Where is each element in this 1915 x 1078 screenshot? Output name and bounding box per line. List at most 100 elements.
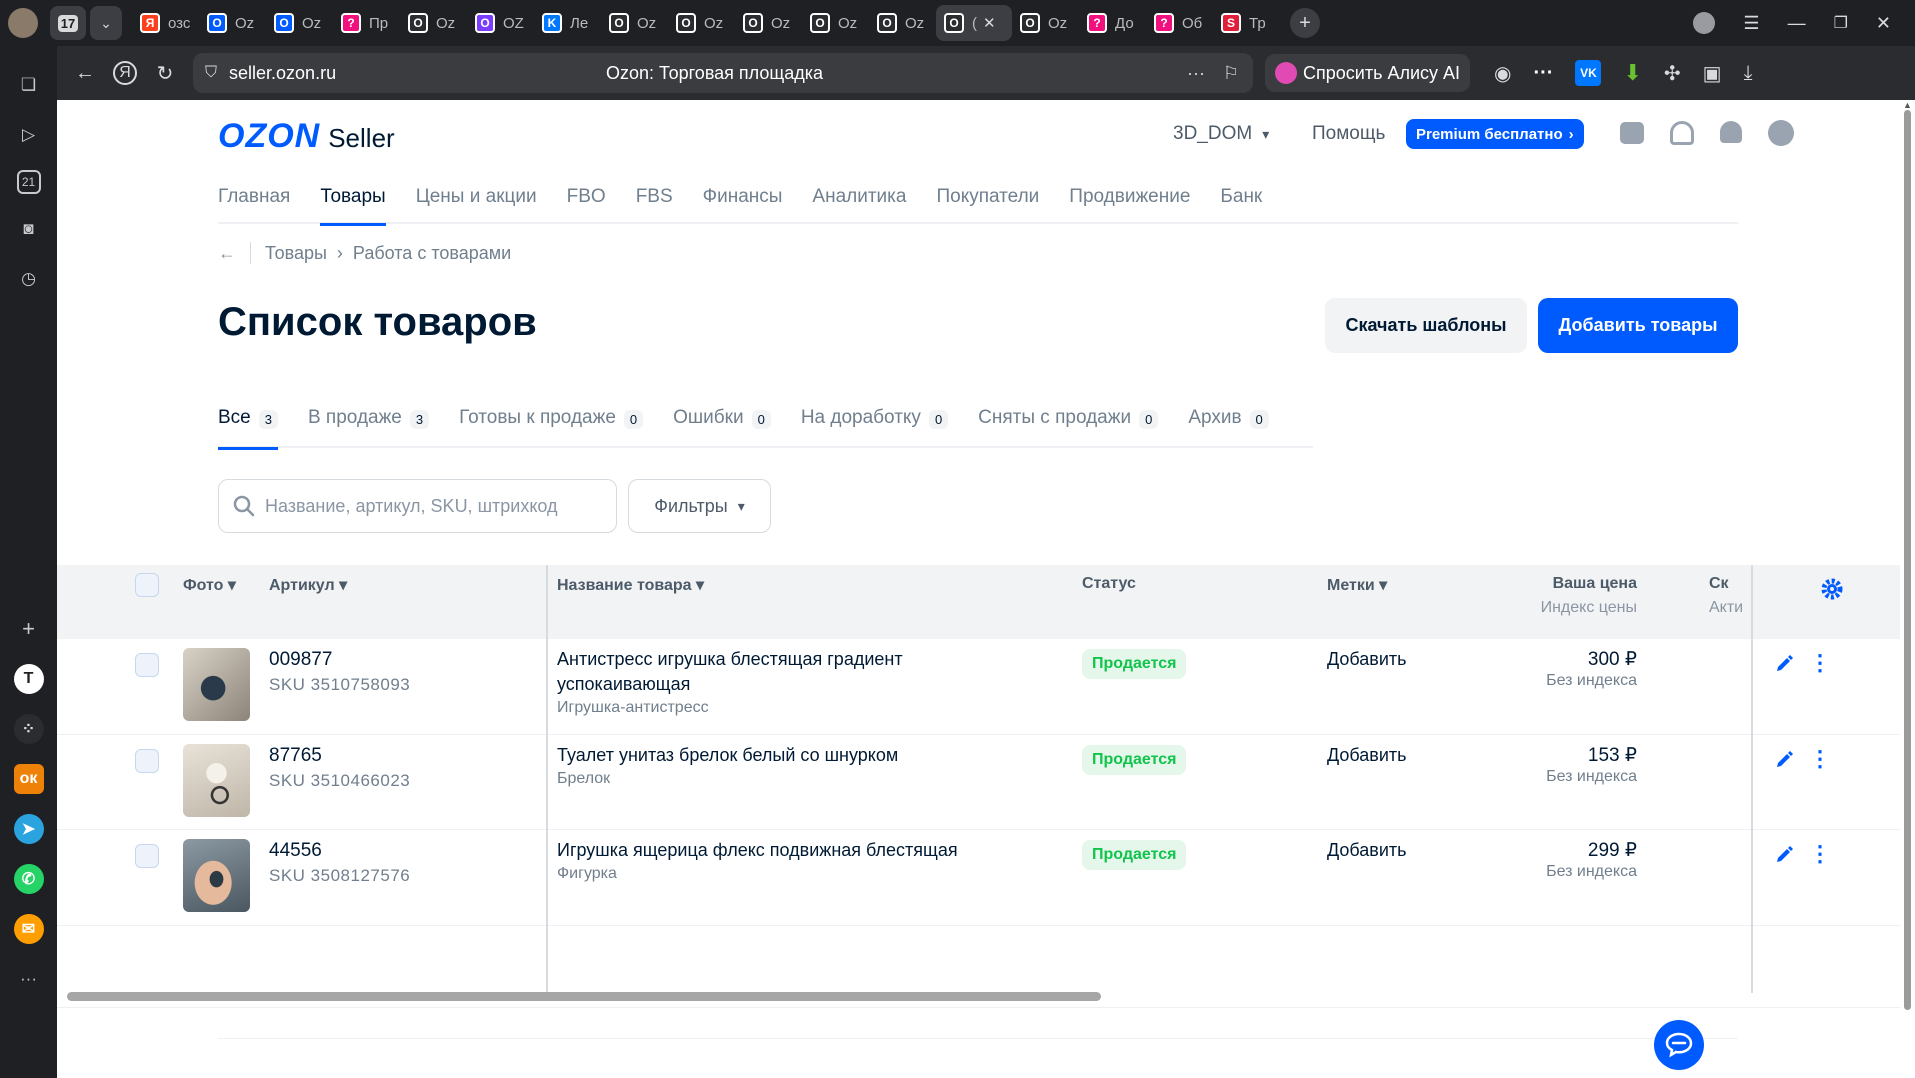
product-name[interactable]: Антистресс игрушка блестящая градиент ус… xyxy=(557,647,977,697)
help-link[interactable]: Помощь xyxy=(1312,123,1385,145)
more-icon[interactable]: ··· xyxy=(14,964,44,994)
table-row[interactable]: 87765 SKU 3510466023 Туалет унитаз брелок … xyxy=(57,735,1900,830)
scroll-up-icon[interactable]: ▲ xyxy=(1903,100,1912,110)
vertical-scrollbar[interactable]: ▲ xyxy=(1900,100,1915,1078)
table-row[interactable]: 009877 SKU 3510758093 Антистресс игрушка б… xyxy=(57,639,1900,735)
edit-pencil-icon[interactable] xyxy=(1773,749,1795,771)
downloads-icon[interactable]: ⤓ xyxy=(1744,62,1753,85)
site-info-icon[interactable]: ⛉ xyxy=(205,64,217,82)
add-tag-link[interactable]: Добавить xyxy=(1327,840,1407,861)
wallet-icon[interactable]: ▣ xyxy=(1703,61,1722,86)
profile-avatar[interactable] xyxy=(8,8,38,38)
download-templates-button[interactable]: Скачать шаблоны xyxy=(1325,298,1527,353)
browser-tab[interactable]: O OZ xyxy=(467,5,534,41)
nav-item[interactable]: Финансы xyxy=(703,182,783,224)
row-checkbox[interactable] xyxy=(135,844,159,868)
download-extension-icon[interactable]: ⬇ xyxy=(1623,60,1641,86)
add-tag-link[interactable]: Добавить xyxy=(1327,649,1407,670)
minimize-icon[interactable]: — xyxy=(1788,13,1806,34)
status-tab[interactable]: Сняты с продажи 0 xyxy=(978,400,1159,448)
column-name[interactable]: Название товара ▾ xyxy=(557,575,704,595)
chat-icon[interactable] xyxy=(1620,122,1644,144)
status-tab[interactable]: Готовы к продаже 0 xyxy=(459,400,644,448)
product-photo[interactable] xyxy=(183,648,250,721)
browser-tab[interactable]: O Oz xyxy=(199,5,266,41)
browser-tab[interactable]: Яозс xyxy=(132,5,199,41)
tab-count-badge[interactable]: 17 xyxy=(50,6,86,40)
add-products-button[interactable]: Добавить товары xyxy=(1538,298,1738,353)
status-tab[interactable]: На доработку 0 xyxy=(801,400,949,448)
browser-tab[interactable]: ? Пр xyxy=(333,5,400,41)
back-icon[interactable]: ← xyxy=(65,53,105,93)
menu-icon[interactable]: ☰ xyxy=(1743,13,1759,34)
more-actions-icon[interactable]: ⋮ xyxy=(1809,843,1831,866)
browser-tab[interactable]: O (✕ xyxy=(936,5,1012,41)
status-tab[interactable]: Ошибки 0 xyxy=(673,400,771,448)
add-panel-icon[interactable]: + xyxy=(14,614,44,644)
nav-item[interactable]: Банк xyxy=(1220,182,1262,224)
notifications-bell-icon[interactable] xyxy=(1720,121,1742,143)
product-article[interactable]: 87765 xyxy=(269,745,322,767)
calendar-icon[interactable]: 21 xyxy=(16,170,41,194)
product-name[interactable]: Туалет унитаз брелок белый со шнурком xyxy=(557,743,977,768)
more-actions-icon[interactable]: ⋮ xyxy=(1809,747,1831,771)
browser-tab[interactable]: O Oz xyxy=(1012,5,1079,41)
browser-tab[interactable]: ? Об xyxy=(1146,5,1213,41)
browser-tab[interactable]: ? До xyxy=(1079,5,1146,41)
nav-item[interactable]: Покупатели xyxy=(936,182,1039,224)
status-tab[interactable]: В продаже 3 xyxy=(308,400,430,448)
row-checkbox[interactable] xyxy=(135,653,159,677)
nav-item[interactable]: FBS xyxy=(636,182,673,224)
nav-item[interactable]: Аналитика xyxy=(812,182,906,224)
settings-gear-icon[interactable] xyxy=(1820,577,1844,601)
collections-icon[interactable]: ❏ xyxy=(14,70,44,100)
nav-item[interactable]: FBO xyxy=(567,182,606,224)
ozon-seller-logo[interactable]: OZON Seller xyxy=(218,117,395,156)
select-all-checkbox[interactable] xyxy=(135,573,159,597)
tonkeeper-icon[interactable]: T xyxy=(13,664,44,694)
video-icon[interactable]: ▷ xyxy=(14,120,44,150)
row-checkbox[interactable] xyxy=(135,748,159,773)
breadcrumb-item-products[interactable]: Товары xyxy=(265,243,327,264)
shop-selector[interactable]: 3D_DOM ▾ xyxy=(1173,123,1269,145)
more-actions-icon[interactable]: ⋮ xyxy=(1809,652,1831,675)
whatsapp-icon[interactable]: ✆ xyxy=(13,864,44,894)
alice-button[interactable]: Спросить Алису AI xyxy=(1265,54,1471,92)
breadcrumb-item-work[interactable]: Работа с товарами xyxy=(353,243,511,264)
filters-button[interactable]: Фильтры ▾ xyxy=(628,479,771,533)
account-icon[interactable] xyxy=(1768,120,1794,146)
product-article[interactable]: 44556 xyxy=(269,840,322,862)
product-article[interactable]: 009877 xyxy=(269,649,332,671)
browser-tab[interactable]: O Oz xyxy=(735,5,802,41)
browser-tab[interactable]: S Тр xyxy=(1213,5,1280,41)
bookmark-icon[interactable]: ⚐ xyxy=(1223,63,1239,84)
nav-item[interactable]: Продвижение xyxy=(1069,182,1190,224)
horizontal-scrollbar-thumb[interactable] xyxy=(67,992,1101,1001)
column-tags[interactable]: Метки ▾ xyxy=(1327,575,1387,595)
telegram-icon[interactable]: ➤ xyxy=(13,814,44,844)
more-dots-icon[interactable]: ··· xyxy=(1187,63,1205,84)
product-photo[interactable] xyxy=(183,839,250,912)
column-article[interactable]: Артикул ▾ xyxy=(269,575,347,595)
browser-tab[interactable]: O Oz xyxy=(400,5,467,41)
browser-tab[interactable]: O Oz xyxy=(869,5,936,41)
premium-button[interactable]: Premium бесплатно › xyxy=(1406,119,1584,149)
tab-list-chevron-icon[interactable]: ⌄ xyxy=(90,6,122,40)
back-arrow-icon[interactable]: ← xyxy=(218,243,236,264)
status-tab[interactable]: Все 3 xyxy=(218,400,278,450)
edit-pencil-icon[interactable] xyxy=(1773,844,1795,866)
lightbulb-icon[interactable]: ◉ xyxy=(1494,61,1511,86)
browser-tab[interactable]: K Ле xyxy=(534,5,601,41)
status-tab[interactable]: Архив 0 xyxy=(1188,400,1269,448)
support-chat-button[interactable] xyxy=(1654,1020,1704,1070)
search-input[interactable]: Название, артикул, SKU, штрихкод xyxy=(218,479,617,533)
nav-item[interactable]: Главная xyxy=(218,182,290,224)
browser-tab[interactable]: O Oz xyxy=(802,5,869,41)
horizontal-scrollbar[interactable] xyxy=(67,992,1900,1002)
extensions-icon[interactable]: ✣ xyxy=(1664,61,1681,86)
apps-icon[interactable]: ⁘ xyxy=(13,714,44,744)
extension-dots-icon[interactable]: ··· xyxy=(1533,62,1553,85)
close-window-icon[interactable]: ✕ xyxy=(1876,13,1891,34)
vertical-scrollbar-thumb[interactable] xyxy=(1904,110,1911,1010)
edit-pencil-icon[interactable] xyxy=(1773,653,1795,675)
